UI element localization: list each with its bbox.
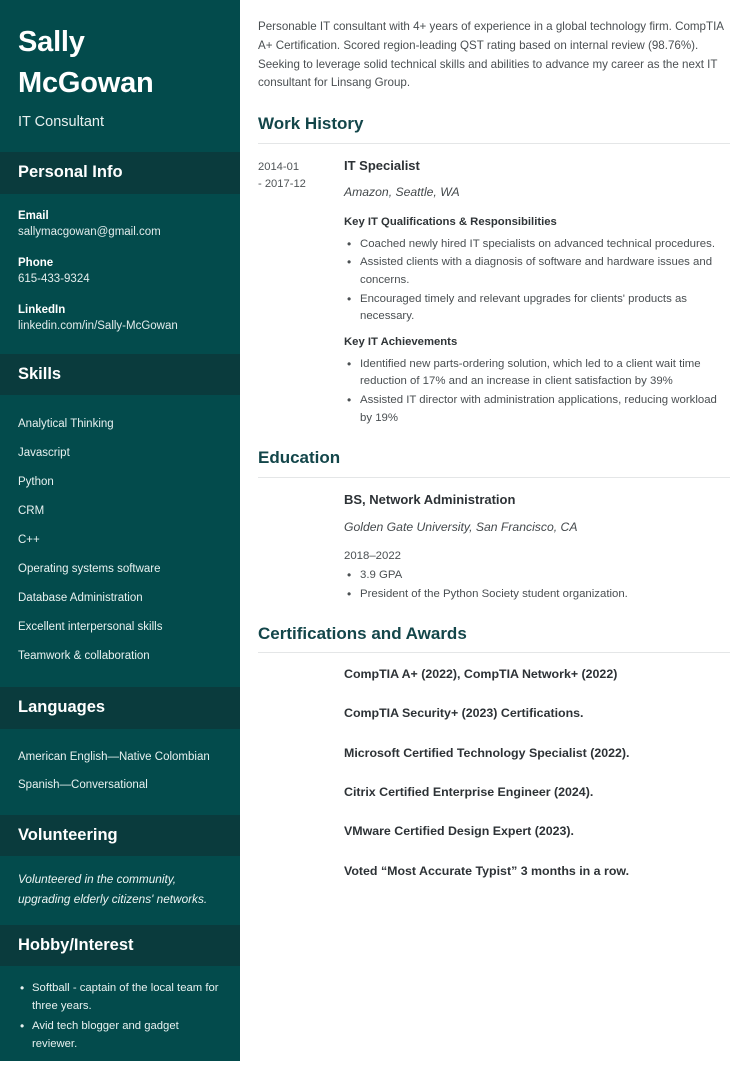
education-bullets-list: 3.9 GPA President of the Python Society … (344, 566, 730, 604)
sidebar-section-header-languages: Languages (0, 687, 240, 729)
name-block: Sally McGowan IT Consultant (0, 0, 240, 152)
certification-item: CompTIA Security+ (2023) Certifications. (344, 706, 584, 721)
list-item: Coached newly hired IT specialists on ad… (344, 235, 730, 254)
certification-item: Citrix Certified Enterprise Engineer (20… (344, 785, 594, 800)
sidebar-section-personal-info: Email sallymacgowan@gmail.com Phone 615-… (0, 194, 240, 354)
education-entry: BS, Network Administration Golden Gate U… (258, 491, 730, 604)
section-heading-certifications: Certifications and Awards (258, 624, 730, 653)
certification-item: VMware Certified Design Expert (2023). (344, 824, 574, 839)
main-content: Personable IT consultant with 4+ years o… (240, 0, 750, 1061)
list-item: Spanish—Conversational (18, 778, 148, 791)
list-item: Javascript (18, 446, 70, 459)
list-item: Softball - captain of the local team for… (18, 979, 222, 1015)
list-item: Database Administration (18, 592, 143, 605)
work-entry-subheading-qualifications: Key IT Qualifications & Responsibilities (344, 215, 557, 228)
education-years: 2018–2022 (344, 550, 402, 563)
contact-item-phone: Phone 615-433-9324 (18, 255, 222, 289)
contact-item-email: Email sallymacgowan@gmail.com (18, 208, 222, 242)
sidebar-heading-hobby: Hobby/Interest (18, 935, 134, 954)
professional-summary: Personable IT consultant with 4+ years o… (258, 20, 724, 90)
list-item: President of the Python Society student … (344, 585, 730, 604)
certification-item: Voted “Most Accurate Typist” 3 months in… (344, 863, 630, 878)
job-title: IT Consultant (18, 114, 104, 131)
list-item: Avid tech blogger and gadget reviewer. (18, 1017, 222, 1053)
list-item: American English—Native Colombian (18, 750, 210, 763)
sidebar-section-volunteering: Volunteered in the community, upgrading … (0, 856, 240, 924)
certification-item: Microsoft Certified Technology Specialis… (344, 745, 630, 760)
sidebar-section-header-volunteering: Volunteering (0, 814, 240, 857)
section-heading-work-history: Work History (258, 114, 730, 144)
list-item: Encouraged timely and relevant upgrades … (344, 290, 730, 326)
work-entry-subheading-achievements: Key IT Achievements (344, 335, 458, 348)
contact-value-linkedin[interactable]: linkedin.com/in/Sally-McGowan (18, 318, 222, 335)
work-entry-organization: Amazon, Seattle, WA (344, 184, 460, 199)
list-item: Analytical Thinking (18, 417, 114, 430)
section-heading-education: Education (258, 448, 730, 478)
sidebar-heading-languages: Languages (18, 698, 106, 717)
last-name: McGowan (18, 67, 154, 100)
education-school: Golden Gate University, San Francisco, C… (344, 520, 578, 535)
contact-value-email[interactable]: sallymacgowan@gmail.com (18, 224, 222, 241)
list-item: Assisted clients with a diagnosis of sof… (344, 253, 730, 289)
date-end: - 2017-12 (258, 177, 306, 190)
list-item: Teamwork & collaboration (18, 650, 150, 663)
work-entry-body: IT Specialist Amazon, Seattle, WA Key IT… (344, 157, 730, 429)
certifications-list: CompTIA A+ (2022), CompTIA Network+ (202… (258, 666, 730, 880)
sidebar-heading-skills: Skills (18, 364, 62, 383)
skills-list: Analytical Thinking Javascript Python CR… (18, 409, 222, 671)
contact-value-phone[interactable]: 615-433-9324 (18, 271, 222, 288)
list-item: C++ (18, 534, 40, 547)
sidebar-heading-personal-info: Personal Info (18, 163, 123, 182)
volunteering-text: Volunteered in the community, upgrading … (18, 872, 208, 906)
sidebar-section-header-personal-info: Personal Info (0, 152, 240, 194)
sidebar-section-header-hobby: Hobby/Interest (0, 924, 240, 967)
work-entry-role: IT Specialist (344, 157, 420, 173)
section-certifications: Certifications and Awards CompTIA A+ (20… (258, 624, 730, 881)
sidebar-section-languages: American English—Native Colombian Spanis… (0, 729, 240, 815)
section-work-history: Work History 2014-01 - 2017-12 IT Specia… (258, 114, 730, 428)
date-start: 2014-01 (258, 160, 300, 173)
section-education: Education BS, Network Administration Gol… (258, 448, 730, 603)
list-item: Excellent interpersonal skills (18, 621, 163, 634)
list-item: Operating systems software (18, 563, 161, 576)
list-item: 3.9 GPA (344, 566, 730, 585)
resume-document: Sally McGowan IT Consultant Personal Inf… (0, 0, 750, 1061)
work-entry-dates: 2014-01 - 2017-12 (258, 157, 344, 194)
sidebar-heading-volunteering: Volunteering (18, 825, 118, 844)
education-degree: BS, Network Administration (344, 491, 516, 507)
work-entry-qualifications-list: Coached newly hired IT specialists on ad… (344, 235, 730, 326)
list-item: Identified new parts-ordering solution, … (344, 355, 730, 391)
certification-item: CompTIA A+ (2022), CompTIA Network+ (202… (344, 666, 618, 681)
contact-label: Email (18, 209, 49, 222)
sidebar-section-skills: Analytical Thinking Javascript Python CR… (0, 395, 240, 687)
contact-label: Phone (18, 256, 54, 269)
work-entry-achievements-list: Identified new parts-ordering solution, … (344, 355, 730, 428)
work-entry: 2014-01 - 2017-12 IT Specialist Amazon, … (258, 157, 730, 429)
hobby-list: Softball - captain of the local team for… (18, 979, 222, 1053)
languages-list: American English—Native Colombian Spanis… (18, 743, 222, 799)
contact-item-linkedin: LinkedIn linkedin.com/in/Sally-McGowan (18, 302, 222, 336)
first-name: Sally (18, 26, 85, 58)
contact-label: LinkedIn (18, 303, 66, 316)
list-item: Python (18, 475, 54, 488)
sidebar: Sally McGowan IT Consultant Personal Inf… (0, 0, 240, 1061)
sidebar-section-hobby: Softball - captain of the local team for… (0, 966, 240, 1072)
sidebar-section-header-skills: Skills (0, 353, 240, 396)
list-item: CRM (18, 504, 45, 517)
list-item: Assisted IT director with administration… (344, 391, 730, 427)
